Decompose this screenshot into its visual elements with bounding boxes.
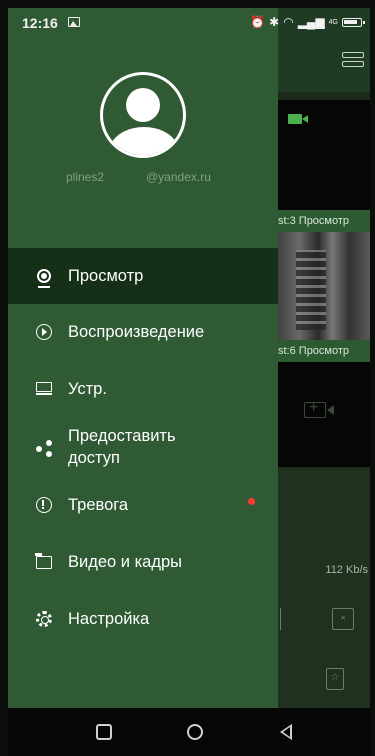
menu-item-label: Устр. — [68, 380, 107, 398]
camera-tile-2-caption: st:6 Просмотр — [276, 340, 370, 362]
system-navigation-bar — [8, 708, 370, 756]
back-icon[interactable] — [280, 724, 292, 740]
battery-icon — [342, 17, 365, 27]
menu-item-label: Тревога — [68, 496, 129, 514]
alarm-icon — [34, 495, 54, 515]
menu-item-label: Видео и кадры — [68, 553, 183, 571]
gallery-notification-icon — [68, 17, 80, 27]
alarm-clock-icon: ⏰ — [250, 15, 266, 29]
menu-item-devices[interactable]: Устр. — [8, 360, 278, 418]
menu-item-alarm[interactable]: Тревога — [8, 476, 278, 534]
add-camera-icon[interactable] — [304, 399, 334, 418]
close-stream-icon[interactable]: × — [332, 608, 354, 630]
playback-icon — [34, 322, 54, 342]
user-info: plines2 @yandex.ru — [8, 170, 278, 188]
status-time: 12:16 — [22, 15, 58, 31]
menu-item-label: Просмотр — [68, 267, 144, 285]
menu-item-label: Воспроизведение — [68, 323, 205, 341]
menu-item-playback[interactable]: Воспроизведение — [8, 304, 278, 360]
signal-icon: ▂▄▆ — [297, 15, 325, 29]
drawer-menu: Просмотр Воспроизведение Устр. Предостав… — [8, 248, 278, 648]
home-icon[interactable] — [187, 724, 203, 740]
status-bar: 12:16 ⏰ ✱ ◠ ▂▄▆ 4G — [8, 8, 370, 38]
bitrate-readout: 112 Kb/s — [325, 564, 368, 576]
menu-item-label: Настройка — [68, 610, 150, 628]
user-name: plines2 — [66, 170, 105, 184]
avatar[interactable] — [100, 72, 186, 158]
wifi-icon: ◠ — [283, 15, 294, 29]
preview-icon — [34, 266, 54, 288]
recent-apps-icon[interactable] — [96, 724, 112, 740]
background-controls: 112 Kb/s × ☆ — [276, 468, 370, 708]
navigation-drawer: plines2 @yandex.ru Просмотр Воспроизведе… — [8, 8, 278, 708]
camera-icon — [288, 114, 308, 124]
menu-item-label: Предоставить доступ — [68, 427, 176, 467]
alarm-badge-dot — [248, 498, 255, 505]
favorite-icon[interactable]: ☆ — [326, 668, 344, 690]
camera-tile-1[interactable] — [276, 100, 370, 210]
menu-item-preview[interactable]: Просмотр — [8, 248, 278, 304]
menu-item-media[interactable]: Видео и кадры — [8, 534, 278, 590]
status-icons: ⏰ ✱ ◠ ▂▄▆ 4G — [250, 13, 365, 31]
menu-item-settings[interactable]: Настройка — [8, 590, 278, 648]
share-icon — [34, 437, 54, 457]
folder-icon — [34, 552, 54, 572]
camera-tile-2[interactable] — [276, 232, 370, 340]
device-icon — [34, 379, 54, 399]
camera-tile-3[interactable] — [276, 362, 370, 467]
device-list-icon[interactable] — [342, 52, 364, 70]
menu-item-share[interactable]: Предоставить доступ — [8, 418, 278, 476]
user-email: @yandex.ru — [146, 170, 211, 184]
camera-tile-1-caption: st:3 Просмотр — [276, 210, 370, 232]
bluetooth-icon: ✱ — [269, 15, 280, 29]
settings-icon — [34, 609, 54, 629]
network-type: 4G — [328, 18, 338, 26]
